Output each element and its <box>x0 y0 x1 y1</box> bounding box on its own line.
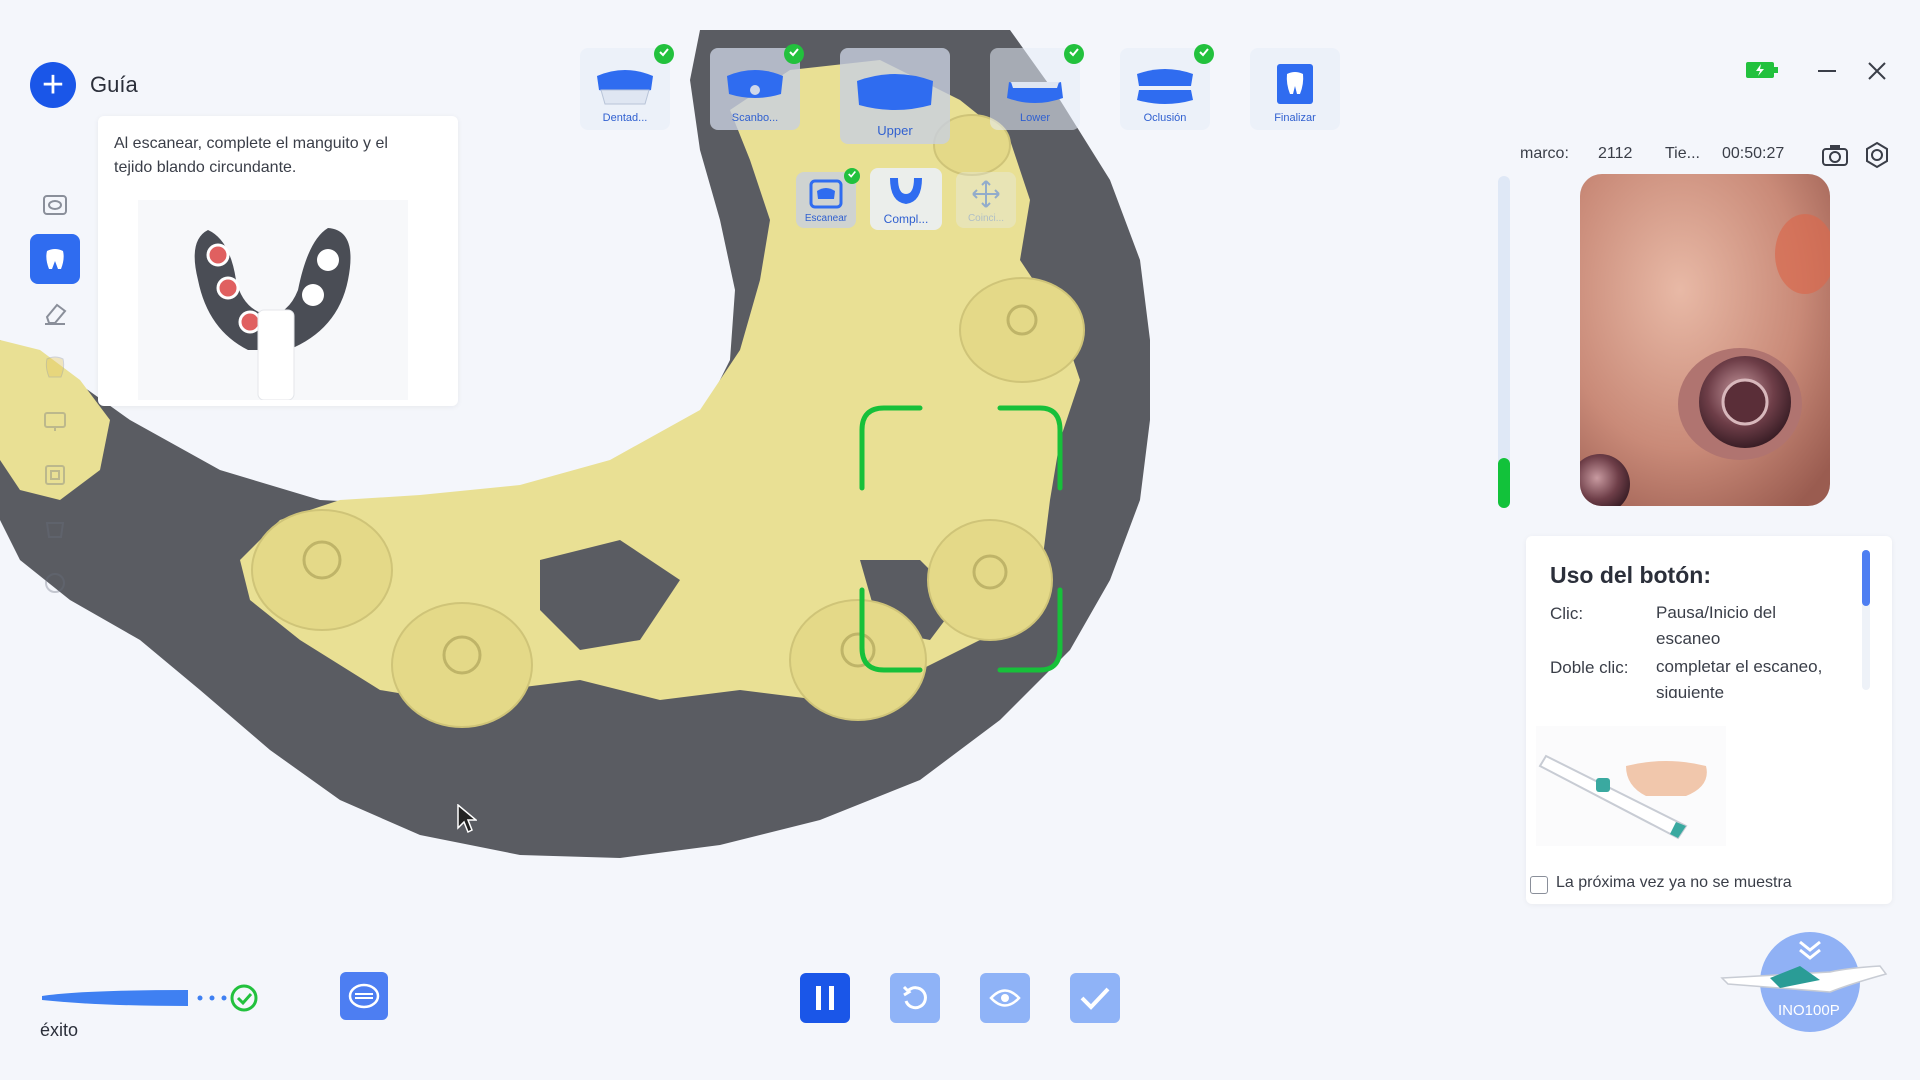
measure-icon <box>45 573 65 593</box>
substep-label: Escanear <box>804 213 848 224</box>
workflow-step-finish[interactable]: Finalizar <box>1250 48 1340 130</box>
substep-label: Coinci... <box>967 213 1005 224</box>
scan-progress-bar <box>1498 176 1510 508</box>
eraser-icon <box>45 303 67 325</box>
device-widget[interactable] <box>1720 930 1900 1040</box>
button-help-card: Uso del botón: Clic: Pausa/Inicio del es… <box>1526 536 1892 904</box>
workflow-step-label: Dentad... <box>602 112 648 124</box>
workflow-step-label: Lower <box>1020 112 1050 124</box>
measure-tool-button[interactable] <box>30 558 80 608</box>
help-click-label: Clic: <box>1550 604 1584 623</box>
help-scroll-thumb[interactable] <box>1862 550 1870 606</box>
upper-jaw-icon <box>857 74 933 110</box>
undo-icon <box>902 985 927 1010</box>
frame-icon <box>45 465 65 485</box>
workflow-step-occlusion[interactable]: Oclusión <box>1120 44 1214 130</box>
frame-value: 2112 <box>1598 145 1633 162</box>
eye-box-icon <box>43 195 67 215</box>
workflow-step-scanbody[interactable]: Scanbo... <box>710 44 804 130</box>
camera-preview <box>1580 174 1830 506</box>
crown-icon <box>45 522 65 538</box>
status-text: éxito <box>40 1020 79 1040</box>
workflow-step-upper[interactable]: Upper <box>840 48 950 144</box>
crown-tool-button[interactable] <box>30 504 80 554</box>
help-dblclick-value: completar el escaneo, siguiente <box>1656 657 1823 698</box>
substep-scan[interactable]: Escanear <box>796 168 860 228</box>
camera-icon <box>1822 145 1848 166</box>
guide-instruction: Al escanear, complete el manguito y el t… <box>114 135 388 176</box>
pause-button[interactable] <box>800 973 850 1023</box>
screenshot-button[interactable] <box>1818 140 1852 170</box>
guide-illustration <box>138 200 408 400</box>
scan-mode-button[interactable] <box>340 972 388 1020</box>
substep-match[interactable]: Coinci... <box>956 172 1016 228</box>
monitor-icon <box>44 412 66 431</box>
scan-progress-fill <box>1498 458 1510 508</box>
gear-icon <box>1866 141 1888 169</box>
view-mode-button[interactable] <box>30 180 80 230</box>
close-icon <box>1868 62 1886 80</box>
help-title: Uso del botón: <box>1550 562 1711 588</box>
check-icon <box>1064 44 1084 64</box>
eye-icon <box>989 989 1021 1007</box>
check-icon <box>1194 44 1214 64</box>
guide-toggle-button[interactable]: + <box>30 62 76 108</box>
plus-icon: + <box>41 64 65 106</box>
battery-icon <box>1744 58 1780 82</box>
scanbody-icon <box>727 70 783 98</box>
confirm-button[interactable] <box>1070 973 1120 1023</box>
dont-show-checkbox[interactable] <box>1530 876 1548 894</box>
device-model: INO100P <box>1778 1002 1840 1019</box>
frame-label: marco: <box>1520 145 1569 162</box>
eraser-tool-button[interactable] <box>30 288 80 338</box>
minimize-icon <box>1818 70 1836 72</box>
scanner-hand-illustration <box>1536 726 1726 846</box>
complete-substep-icon <box>890 178 922 204</box>
pause-icon <box>816 986 834 1010</box>
occlusion-icon <box>1137 69 1193 104</box>
workflow-step-label: Finalizar <box>1274 112 1316 124</box>
checkmark-icon <box>1080 987 1110 1010</box>
time-label: Tie... <box>1665 145 1700 162</box>
help-dblclick-clip: Doble clic: completar el escaneo, siguie… <box>1526 652 1862 698</box>
tooth-tool-button[interactable] <box>30 234 80 284</box>
tooth-icon <box>46 249 64 269</box>
mouth-scan-icon <box>348 983 380 1009</box>
help-click-value: Pausa/Inicio del escaneo <box>1656 603 1777 648</box>
workflow-step-label: Upper <box>877 123 913 138</box>
scan-substep-icon <box>809 179 843 209</box>
settings-button[interactable] <box>1860 140 1894 170</box>
help-dblclick-label: Doble clic: <box>1550 658 1629 677</box>
frame-tool-button[interactable] <box>30 450 80 500</box>
time-value: 00:50:27 <box>1722 145 1785 162</box>
finish-icon <box>1277 64 1313 104</box>
guide-card: Al escanear, complete el manguito y el t… <box>98 116 458 406</box>
dont-show-label: La próxima vez ya no se muestra <box>1556 874 1792 891</box>
minimize-button[interactable] <box>1810 56 1844 86</box>
workflow-step-label: Scanbo... <box>731 112 779 124</box>
check-icon <box>784 44 804 64</box>
scanner-status-indicator <box>42 984 258 1012</box>
guide-title: Guía <box>90 72 138 97</box>
help-scrollbar[interactable] <box>1862 550 1870 690</box>
tooth-color-icon <box>45 356 65 378</box>
workflow-step-lower[interactable]: Lower <box>990 44 1084 130</box>
check-icon <box>654 44 674 64</box>
check-icon <box>844 168 860 184</box>
texture-tool-button[interactable] <box>30 342 80 392</box>
mouse-cursor-icon <box>457 804 477 834</box>
monitor-tool-button[interactable] <box>30 396 80 446</box>
substep-label: Compl... <box>883 212 929 226</box>
close-button[interactable] <box>1860 56 1894 86</box>
workflow-step-label: Oclusión <box>1143 112 1187 124</box>
preview-button[interactable] <box>980 973 1030 1023</box>
undo-button[interactable] <box>890 973 940 1023</box>
denture-icon <box>597 70 653 105</box>
move-arrows-icon <box>972 180 1000 208</box>
workflow-step-denture[interactable]: Dentad... <box>580 44 674 130</box>
lower-jaw-icon <box>1007 82 1063 103</box>
substep-complete[interactable]: Compl... <box>870 168 942 230</box>
